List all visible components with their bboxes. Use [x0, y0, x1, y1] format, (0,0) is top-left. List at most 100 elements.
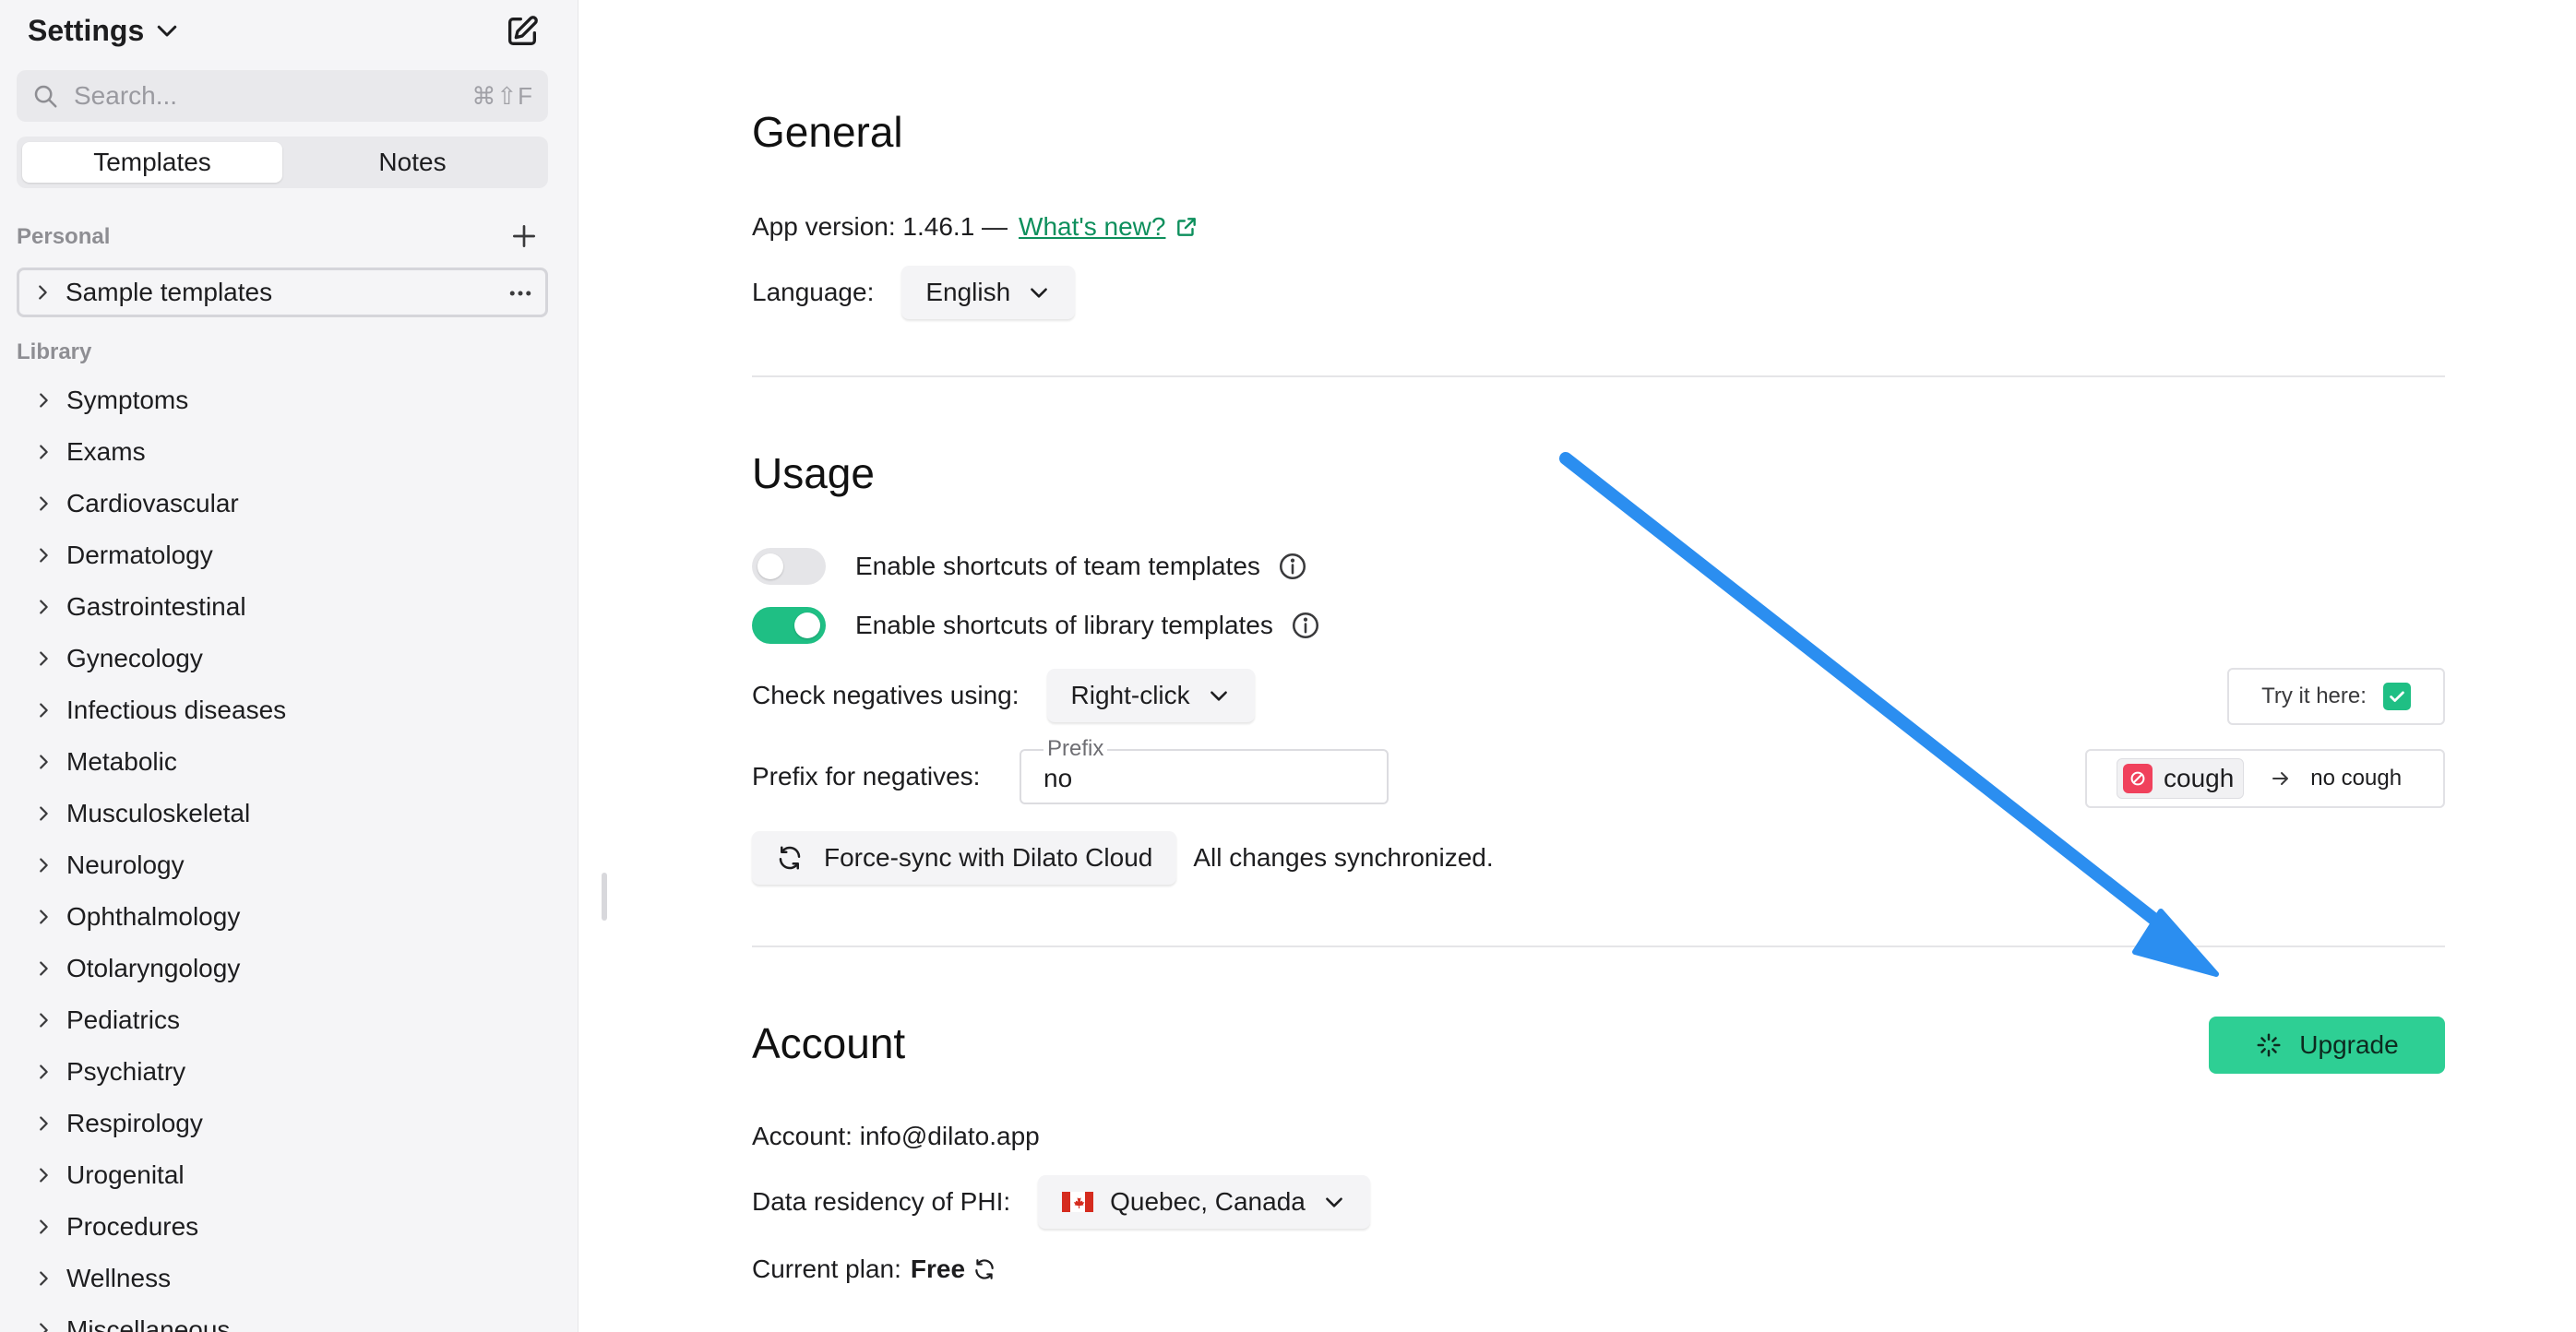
sidebar-item-label: Miscellaneous	[66, 1315, 231, 1332]
refresh-plan-icon[interactable]	[972, 1257, 996, 1281]
language-select[interactable]: English	[901, 266, 1076, 319]
sidebar-item-ophthalmology[interactable]: Ophthalmology	[33, 891, 286, 943]
chevron-right-icon	[33, 855, 54, 875]
sidebar-item-label: Infectious diseases	[66, 696, 287, 724]
sidebar-item-miscellaneous[interactable]: Miscellaneous	[33, 1304, 286, 1332]
section-label-personal: Personal	[17, 224, 111, 249]
sidebar-resize-handle[interactable]	[602, 873, 607, 921]
toggle-knob	[757, 553, 783, 579]
info-icon[interactable]	[1260, 551, 1308, 582]
chevron-right-icon	[32, 282, 53, 303]
chevron-down-icon	[1306, 1190, 1346, 1214]
sidebar-item-dermatology[interactable]: Dermatology	[33, 529, 286, 581]
data-residency-value: Quebec, Canada	[1110, 1187, 1306, 1216]
chevron-right-icon	[33, 442, 54, 462]
try-it-label: Try it here:	[2261, 684, 2367, 708]
sidebar-item-pediatrics[interactable]: Pediatrics	[33, 994, 286, 1046]
plus-icon[interactable]	[509, 221, 539, 251]
chevron-right-icon	[33, 907, 54, 927]
sidebar-item-procedures[interactable]: Procedures	[33, 1201, 286, 1253]
library-shortcuts-toggle[interactable]	[752, 607, 826, 644]
prefix-legend: Prefix	[1044, 736, 1108, 762]
sidebar-item-urogenital[interactable]: Urogenital	[33, 1149, 286, 1201]
sidebar-item-label: Cardiovascular	[66, 489, 239, 517]
sync-status: All changes synchronized.	[1193, 843, 1494, 872]
more-icon[interactable]	[507, 279, 534, 307]
sidebar-title-menu[interactable]: Settings	[28, 11, 181, 50]
sidebar-item-label: Symptoms	[66, 386, 189, 414]
sync-icon	[776, 844, 824, 872]
chevron-right-icon	[33, 752, 54, 772]
sidebar-item-symptoms[interactable]: Symptoms	[33, 375, 286, 426]
sidebar-item-psychiatry[interactable]: Psychiatry	[33, 1046, 286, 1098]
data-residency-label: Data residency of PHI:	[752, 1187, 1011, 1216]
info-icon[interactable]	[1273, 610, 1321, 641]
section-label-library: Library	[17, 339, 92, 364]
demo-result: no cough	[2310, 766, 2403, 791]
chevron-down-icon	[1010, 280, 1051, 304]
sidebar-item-neurology[interactable]: Neurology	[33, 839, 286, 891]
chevron-down-icon	[153, 17, 181, 44]
search-input[interactable]	[74, 81, 472, 111]
library-tree: Symptoms Exams Cardiovascular Dermatolog…	[33, 375, 286, 1332]
chevron-right-icon	[33, 545, 54, 565]
chevron-right-icon	[33, 803, 54, 824]
sidebar-item-label: Ophthalmology	[66, 902, 241, 931]
sidebar-item-sample-templates[interactable]: Sample templates	[17, 268, 548, 317]
search-box[interactable]: ⌘⇧F	[17, 70, 548, 122]
chevron-right-icon	[33, 700, 54, 720]
tab-templates[interactable]: Templates	[22, 142, 282, 183]
sidebar-item-gynecology[interactable]: Gynecology	[33, 633, 286, 684]
sidebar-item-label: Respirology	[66, 1109, 203, 1137]
force-sync-label: Force-sync with Dilato Cloud	[824, 843, 1153, 872]
current-plan-value: Free	[910, 1255, 966, 1283]
sidebar-item-label: Dermatology	[66, 541, 213, 569]
section-heading-account: Account	[752, 1019, 906, 1067]
chevron-down-icon	[1190, 684, 1231, 708]
edit-icon[interactable]	[504, 13, 541, 50]
current-plan-label: Current plan:	[752, 1255, 901, 1283]
sparkle-icon	[2255, 1031, 2299, 1059]
account-label: Account: info@dilato.app	[752, 1122, 1040, 1150]
team-shortcuts-label: Enable shortcuts of team templates	[855, 552, 1260, 580]
sidebar-item-cardiovascular[interactable]: Cardiovascular	[33, 478, 286, 529]
team-shortcuts-toggle[interactable]	[752, 548, 826, 585]
sidebar-item-label: Pediatrics	[66, 1005, 180, 1034]
sidebar-item-exams[interactable]: Exams	[33, 426, 286, 478]
arrow-right-icon	[2244, 767, 2310, 790]
force-sync-button[interactable]: Force-sync with Dilato Cloud	[752, 831, 1177, 885]
negative-demo-box: cough no cough	[2085, 749, 2445, 808]
external-link-icon[interactable]	[1165, 215, 1199, 239]
sidebar-item-respirology[interactable]: Respirology	[33, 1098, 286, 1149]
tab-notes[interactable]: Notes	[282, 142, 543, 183]
check-negatives-select[interactable]: Right-click	[1046, 669, 1255, 722]
try-it-box: Try it here:	[2227, 668, 2445, 725]
sidebar-item-musculoskeletal[interactable]: Musculoskeletal	[33, 788, 286, 839]
try-it-checkbox[interactable]	[2382, 683, 2411, 710]
sidebar-item-metabolic[interactable]: Metabolic	[33, 736, 286, 788]
upgrade-button[interactable]: Upgrade	[2209, 1017, 2445, 1074]
toggle-knob	[794, 612, 820, 638]
sidebar-item-label: Procedures	[66, 1212, 199, 1241]
divider	[752, 375, 2445, 377]
sidebar-item-wellness[interactable]: Wellness	[33, 1253, 286, 1304]
prefix-input[interactable]: Prefix no	[1020, 736, 1389, 804]
sidebar-item-label: Otolaryngology	[66, 954, 241, 982]
sidebar-item-infectious-diseases[interactable]: Infectious diseases	[33, 684, 286, 736]
current-plan-row: Current plan: Free	[752, 1251, 996, 1288]
data-residency-row: Data residency of PHI: Quebec, Canada	[752, 1175, 1370, 1229]
prefix-row: Prefix for negatives:	[752, 758, 980, 795]
sidebar-item-label: Wellness	[66, 1264, 172, 1292]
whats-new-link[interactable]: What's new?	[1019, 212, 1165, 242]
sync-row: Force-sync with Dilato Cloud All changes…	[752, 831, 1494, 885]
sidebar: Settings ⌘⇧F Templates Notes Personal Sa…	[0, 0, 578, 1332]
sidebar-item-label: Psychiatry	[66, 1057, 186, 1086]
sidebar-item-label: Gastrointestinal	[66, 592, 246, 621]
prohibited-icon	[2123, 764, 2153, 793]
data-residency-select[interactable]: Quebec, Canada	[1038, 1175, 1370, 1229]
negated-word-chip[interactable]: cough	[2117, 758, 2245, 799]
chevron-right-icon	[33, 390, 54, 410]
language-label: Language:	[752, 278, 875, 306]
sidebar-item-otolaryngology[interactable]: Otolaryngology	[33, 943, 286, 994]
sidebar-item-gastrointestinal[interactable]: Gastrointestinal	[33, 581, 286, 633]
